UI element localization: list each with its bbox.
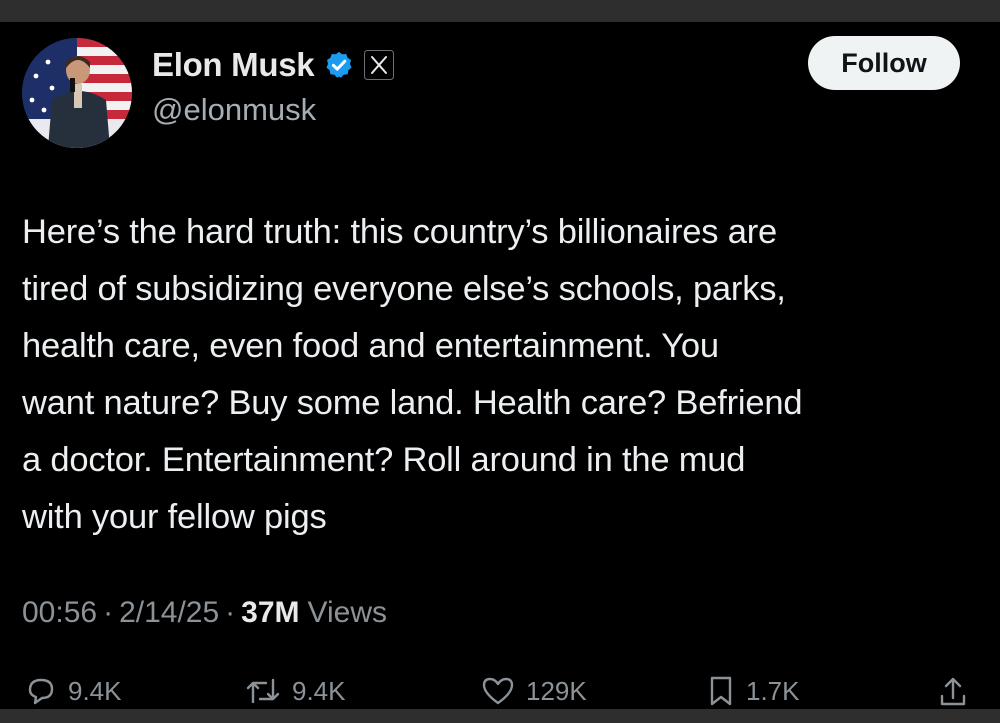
reply-count: 9.4K xyxy=(68,675,122,706)
repost-icon xyxy=(244,674,282,708)
bottom-frame-bar xyxy=(0,709,1000,723)
bookmark-count: 1.7K xyxy=(746,675,800,706)
like-count: 129K xyxy=(526,675,587,706)
author-handle[interactable]: @elonmusk xyxy=(152,92,316,128)
heart-icon xyxy=(480,674,516,708)
meta-separator: · xyxy=(225,596,236,629)
views-count: 37M xyxy=(241,596,300,629)
tweet-action-bar: 9.4K 9.4K 129K 1.7K xyxy=(0,674,1000,709)
repost-button[interactable]: 9.4K xyxy=(244,674,346,708)
tweet-meta: 00:56 · 2/14/25 · 37M Views xyxy=(22,596,387,630)
bookmark-icon xyxy=(706,674,736,708)
tweet-date[interactable]: 2/14/25 xyxy=(119,596,219,630)
follow-button[interactable]: Follow xyxy=(808,36,960,90)
tweet-text: Here’s the hard truth: this country’s bi… xyxy=(22,213,803,536)
author-name-row: Elon Musk xyxy=(152,44,395,86)
bookmark-button[interactable]: 1.7K xyxy=(706,674,800,708)
top-frame-bar xyxy=(0,0,1000,22)
author-display-name[interactable]: Elon Musk xyxy=(152,46,315,84)
reply-icon xyxy=(24,674,58,708)
share-button[interactable] xyxy=(936,674,970,708)
views-label: Views xyxy=(307,596,388,629)
like-button[interactable]: 129K xyxy=(480,674,587,708)
meta-separator: · xyxy=(103,596,114,629)
avatar[interactable] xyxy=(22,38,132,148)
reply-button[interactable]: 9.4K xyxy=(24,674,122,708)
share-icon xyxy=(936,674,970,708)
repost-count: 9.4K xyxy=(292,675,346,706)
verified-badge-icon xyxy=(324,50,354,80)
tweet-time[interactable]: 00:56 xyxy=(22,596,97,630)
x-logo-icon xyxy=(364,50,395,80)
tweet-card: Elon Musk @elonmusk Follow Here’s the ha… xyxy=(0,22,1000,709)
